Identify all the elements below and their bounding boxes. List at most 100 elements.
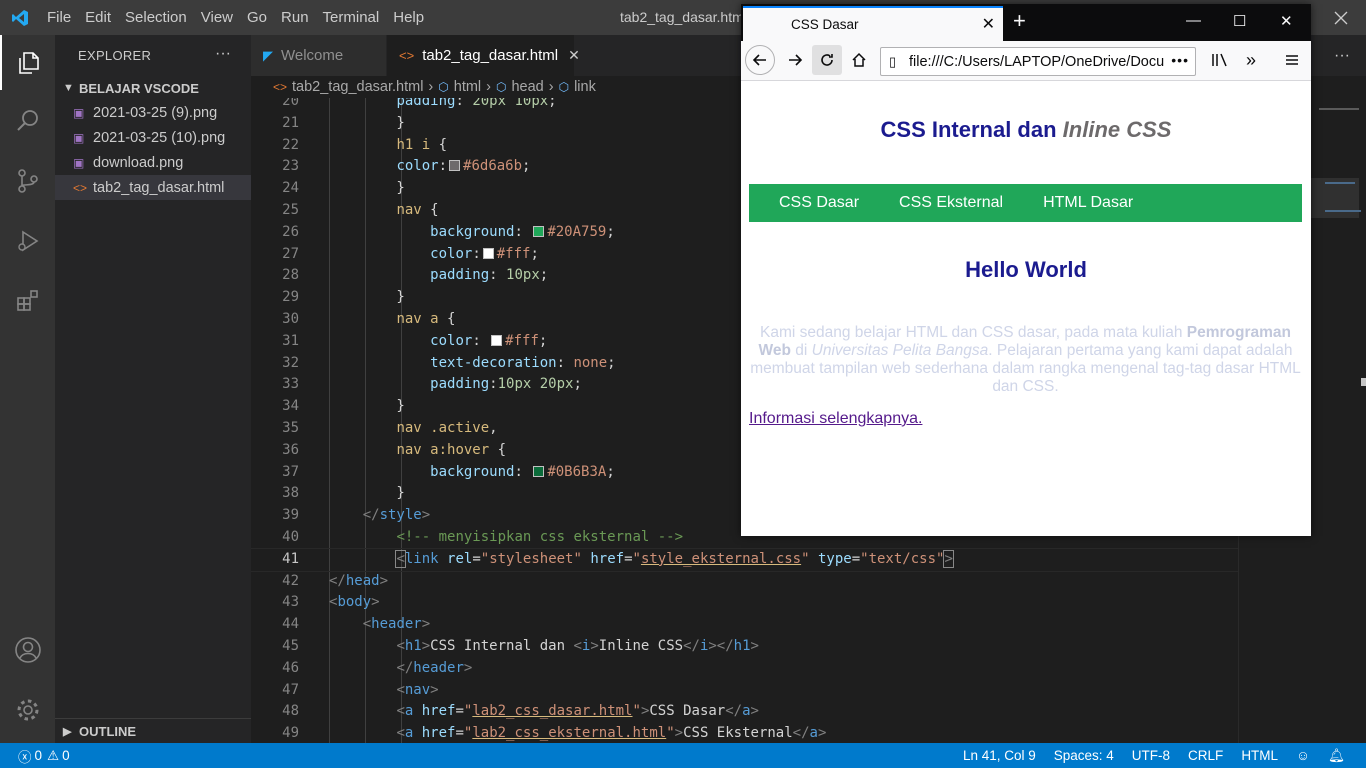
code-line: 45 <h1>CSS Internal dan <i>Inline CSS</i… xyxy=(282,637,759,654)
image-file-icon: ▣ xyxy=(73,105,85,120)
home-icon[interactable] xyxy=(844,45,874,75)
cursor-position[interactable]: Ln 41, Col 9 xyxy=(954,748,1045,763)
vscode-window: File Edit Selection View Go Run Terminal… xyxy=(0,0,1366,768)
settings-gear-icon[interactable] xyxy=(0,682,55,737)
minimize-icon[interactable]: — xyxy=(1186,12,1201,29)
browser-tab-bar: CSS Dasar ✕ + — ☐ ✕ xyxy=(741,4,1311,41)
notifications-bell-icon[interactable]: 🔔︎ xyxy=(1319,748,1354,764)
problems-indicator[interactable]: ⓧ 0 ⚠ 0 xyxy=(0,746,70,766)
new-tab-plus-icon[interactable]: + xyxy=(1013,10,1026,32)
hamburger-menu-icon[interactable] xyxy=(1277,45,1307,75)
breadcrumb-item[interactable]: head xyxy=(511,79,543,95)
color-swatch[interactable] xyxy=(482,247,494,259)
close-icon[interactable]: ✕ xyxy=(568,47,580,64)
nav-link-css-eksternal[interactable]: CSS Eksternal xyxy=(879,184,1023,222)
image-file-icon: ▣ xyxy=(73,130,85,145)
color-swatch[interactable] xyxy=(533,225,545,237)
html-file-icon: <> xyxy=(399,48,415,63)
source-control-icon[interactable] xyxy=(0,153,55,208)
breadcrumb-item[interactable]: tab2_tag_dasar.html xyxy=(292,79,423,95)
vscode-logo-icon[interactable] xyxy=(0,0,40,35)
overflow-chevron-icon[interactable]: » xyxy=(1236,45,1266,75)
code-line: 43 <body> xyxy=(282,594,380,611)
browser-tab-title: CSS Dasar xyxy=(791,17,859,32)
code-line: 44 <header> xyxy=(282,616,431,633)
file-item[interactable]: ▣ 2021-03-25 (10).png xyxy=(55,125,251,150)
search-icon[interactable] xyxy=(0,93,55,148)
code-line: 46 </header> xyxy=(282,659,473,676)
file-item[interactable]: ▣ 2021-03-25 (9).png xyxy=(55,100,251,125)
tab-welcome[interactable]: ◤ Welcome xyxy=(251,35,387,76)
page-nav: CSS Dasar CSS Eksternal HTML Dasar xyxy=(749,184,1302,222)
tab-html-file[interactable]: <> tab2_tag_dasar.html ✕ xyxy=(387,35,580,76)
extensions-icon[interactable] xyxy=(0,273,55,328)
status-bar: ⓧ 0 ⚠ 0 Ln 41, Col 9 Spaces: 4 UTF-8 CRL… xyxy=(0,743,1366,768)
breadcrumb-item[interactable]: link xyxy=(574,79,596,95)
tab-label: Welcome xyxy=(281,47,344,64)
warning-count: 0 xyxy=(62,748,70,763)
chevron-right-icon: › xyxy=(548,79,554,95)
browser-tab[interactable]: CSS Dasar ✕ xyxy=(743,6,1003,41)
menu-go[interactable]: Go xyxy=(240,0,274,35)
back-arrow-icon[interactable] xyxy=(745,45,775,75)
file-item[interactable]: ▣ download.png xyxy=(55,150,251,175)
close-window-icon[interactable]: ✕ xyxy=(1280,12,1293,30)
element-icon: ⬡ xyxy=(438,80,449,94)
account-icon[interactable] xyxy=(0,622,55,677)
window-title: tab2_tag_dasar.html xyxy=(620,9,747,25)
chevron-down-icon: ▼ xyxy=(63,82,74,94)
close-icon[interactable]: ✕ xyxy=(982,14,995,34)
chevron-right-icon: ▶ xyxy=(63,725,72,738)
page-paragraph: Kami sedang belajar HTML dan CSS dasar, … xyxy=(750,324,1301,395)
menu-selection[interactable]: Selection xyxy=(118,0,194,35)
vscode-tab-icon: ◤ xyxy=(263,47,273,63)
color-swatch[interactable] xyxy=(449,160,461,172)
menu-help[interactable]: Help xyxy=(386,0,431,35)
file-item-active[interactable]: <> tab2_tag_dasar.html xyxy=(55,175,251,200)
folder-section[interactable]: ▼ BELAJAR VSCODE xyxy=(55,76,251,100)
chevron-right-icon: › xyxy=(486,79,491,95)
library-icon[interactable] xyxy=(1205,45,1235,75)
error-count: 0 xyxy=(34,748,43,763)
page-file-icon: ▯ xyxy=(889,54,897,69)
code-line: 48 <a href="lab2_css_dasar.html">CSS Das… xyxy=(282,703,759,720)
more-actions-icon[interactable]: ··· xyxy=(215,45,231,63)
explorer-icon[interactable] xyxy=(0,35,55,90)
file-label: download.png xyxy=(93,154,184,171)
language-mode[interactable]: HTML xyxy=(1232,748,1287,763)
window-close-icon[interactable] xyxy=(1316,0,1366,35)
breadcrumb-item[interactable]: html xyxy=(454,79,481,95)
forward-arrow-icon[interactable] xyxy=(780,45,810,75)
menu-edit[interactable]: Edit xyxy=(78,0,118,35)
reload-icon[interactable] xyxy=(812,45,842,75)
page-actions-icon[interactable]: ••• xyxy=(1167,52,1189,68)
menu-run[interactable]: Run xyxy=(274,0,316,35)
tab-label: tab2_tag_dasar.html xyxy=(422,47,559,64)
indentation[interactable]: Spaces: 4 xyxy=(1045,748,1123,763)
folder-name: BELAJAR VSCODE xyxy=(79,80,199,96)
encoding[interactable]: UTF-8 xyxy=(1123,748,1179,763)
feedback-icon[interactable]: ☺ xyxy=(1287,748,1319,763)
nav-link-html-dasar[interactable]: HTML Dasar xyxy=(1023,184,1153,222)
color-swatch[interactable] xyxy=(533,465,545,477)
color-swatch[interactable] xyxy=(491,334,503,346)
nav-link-css-dasar[interactable]: CSS Dasar xyxy=(759,184,879,222)
run-debug-icon[interactable] xyxy=(0,213,55,268)
file-label: tab2_tag_dasar.html xyxy=(93,179,225,196)
code-line: 42 </head> xyxy=(282,572,389,589)
warning-icon: ⚠ xyxy=(47,747,60,763)
editor-actions: ··· xyxy=(1334,35,1350,76)
end-of-line[interactable]: CRLF xyxy=(1179,748,1232,763)
menu-file[interactable]: File xyxy=(40,0,78,35)
error-icon: ⓧ xyxy=(18,749,32,765)
file-label: 2021-03-25 (10).png xyxy=(93,129,226,146)
more-info-link[interactable]: Informasi selengkapnya. xyxy=(749,410,922,428)
element-icon: ⬡ xyxy=(496,80,507,94)
outline-section[interactable]: ▶ OUTLINE xyxy=(55,718,251,743)
maximize-icon[interactable]: ☐ xyxy=(1233,12,1246,30)
more-actions-icon[interactable]: ··· xyxy=(1334,47,1350,65)
menu-terminal[interactable]: Terminal xyxy=(316,0,387,35)
menu-view[interactable]: View xyxy=(194,0,240,35)
html-file-icon: <> xyxy=(73,180,88,195)
url-bar[interactable]: ▯ file:///C:/Users/LAPTOP/OneDrive/Docu … xyxy=(880,47,1196,76)
